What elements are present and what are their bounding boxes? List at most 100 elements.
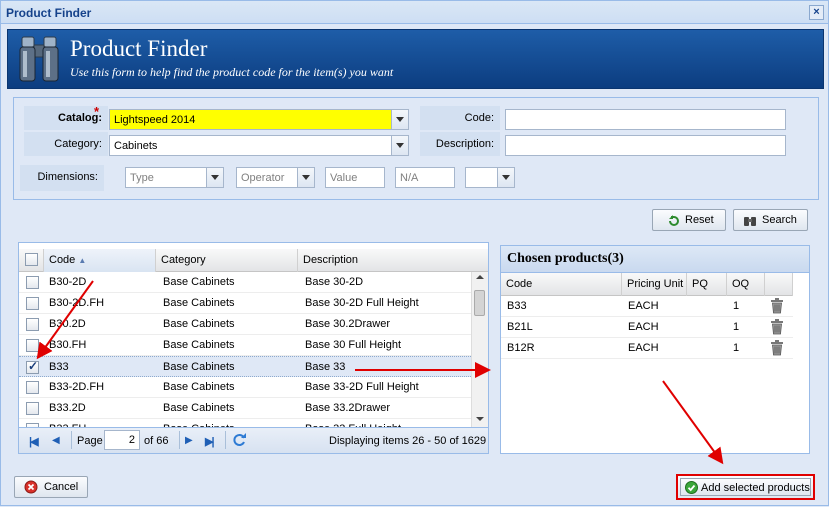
chosen-row[interactable]: B33 EACH 1	[501, 296, 793, 317]
chosen-grid-header: Code Pricing Unit PQ OQ	[501, 273, 793, 296]
chosen-products-title: Chosen products(3)	[501, 246, 809, 273]
chosen-column-oq[interactable]: OQ	[727, 273, 765, 296]
chosen-row[interactable]: B21L EACH 1	[501, 317, 793, 338]
pager-separator	[71, 431, 72, 449]
dimensions-label: Dimensions:	[20, 165, 104, 191]
reset-label: Reset	[685, 214, 714, 226]
trash-icon[interactable]	[770, 319, 784, 335]
dimension-operator-trigger[interactable]	[298, 167, 315, 188]
chosen-column-pricing-unit[interactable]: Pricing Unit	[622, 273, 687, 296]
trash-icon[interactable]	[770, 298, 784, 314]
catalog-select[interactable]: Lightspeed 2014	[109, 109, 392, 130]
dimension-unit-trigger[interactable]	[498, 167, 515, 188]
checkmark-icon	[685, 481, 698, 494]
scroll-up-icon[interactable]	[476, 275, 484, 279]
scroll-down-icon[interactable]	[476, 417, 484, 421]
reset-button[interactable]: Reset	[652, 209, 726, 231]
column-header-description[interactable]: Description	[298, 249, 471, 272]
add-selected-products-label: Add selected products	[701, 482, 810, 494]
row-code: B30-2D.FH	[49, 297, 105, 309]
chosen-column-pq[interactable]: PQ	[687, 273, 727, 296]
table-row[interactable]: B33.FHBase CabinetsBase 33 Full Height	[19, 419, 471, 427]
chosen-row-oq[interactable]: 1	[733, 342, 739, 354]
banner-title: Product Finder	[70, 36, 208, 61]
chosen-row-oq[interactable]: 1	[733, 300, 739, 312]
close-button[interactable]: ×	[809, 5, 824, 20]
chosen-row-code: B33	[507, 300, 527, 312]
cancel-icon	[24, 480, 38, 494]
table-row[interactable]: B30.2D Base Cabinets Base 30.2Drawer	[19, 314, 471, 335]
row-checkbox[interactable]	[26, 276, 39, 289]
first-page-icon[interactable]: |◀	[29, 435, 38, 448]
row-code: B30.FH	[49, 339, 87, 351]
grid-header: Code ▲ Category Description	[19, 249, 488, 272]
table-row[interactable]: B30.FH Base Cabinets Base 30 Full Height	[19, 335, 471, 356]
select-all-checkbox[interactable]	[25, 253, 38, 266]
column-code-label: Code	[49, 254, 76, 266]
trash-icon[interactable]	[770, 340, 784, 356]
search-form: Catalog: * Lightspeed 2014 Category: Cab…	[13, 97, 819, 200]
row-code: B30.2D	[49, 318, 86, 330]
row-description: Base 30 Full Height	[305, 339, 401, 351]
row-code: B30-2D	[49, 276, 87, 288]
row-checkbox[interactable]	[26, 381, 39, 394]
category-select[interactable]: Cabinets	[109, 135, 392, 156]
table-row[interactable]: B30-2D.FH Base Cabinets Base 30-2D Full He…	[19, 293, 471, 314]
description-input[interactable]	[505, 135, 786, 156]
pager-separator	[179, 431, 180, 449]
column-header-code[interactable]: Code ▲	[44, 249, 156, 272]
chosen-column-code[interactable]: Code	[501, 273, 622, 296]
next-page-icon[interactable]: ▶	[185, 435, 193, 446]
dimension-type-select[interactable]: Type	[125, 167, 207, 188]
row-checkbox[interactable]	[26, 402, 39, 415]
table-row[interactable]: B33.2D Base Cabinets Base 33.2Drawer	[19, 398, 471, 419]
chosen-row-oq[interactable]: 1	[733, 321, 739, 333]
window-titlebar[interactable]: Product Finder ×	[1, 1, 828, 24]
row-code: B33-2D.FH	[49, 381, 105, 393]
page-label: Page	[77, 435, 103, 447]
row-category: Base Cabinets	[163, 339, 235, 351]
page-number-input[interactable]: 2	[104, 430, 140, 450]
category-label: Category:	[24, 132, 108, 156]
table-row[interactable]: B30-2D Base Cabinets Base 30-2D	[19, 272, 471, 293]
search-button[interactable]: Search	[733, 209, 808, 231]
banner-subtitle: Use this form to help find the product c…	[70, 65, 394, 79]
chosen-row-unit: EACH	[628, 300, 659, 312]
paging-toolbar: |◀ ◀ Page 2 of 66 ▶ ▶| Displaying items …	[19, 427, 488, 453]
cancel-button[interactable]: Cancel	[14, 476, 88, 498]
dimension-type-trigger[interactable]	[207, 167, 224, 188]
dimension-value-input[interactable]: Value	[325, 167, 385, 188]
last-page-icon[interactable]: ▶|	[205, 435, 214, 448]
category-dropdown-trigger[interactable]	[392, 135, 409, 156]
table-row[interactable]: B33-2D.FH Base Cabinets Base 33-2D Full He…	[19, 377, 471, 398]
row-checkbox[interactable]	[26, 318, 39, 331]
row-checkbox[interactable]	[26, 359, 39, 374]
row-checkbox[interactable]	[26, 297, 39, 310]
table-row[interactable]: B33 Base Cabinets Base 33	[19, 356, 471, 377]
refresh-icon[interactable]	[233, 433, 247, 447]
grid-scrollbar[interactable]	[471, 272, 488, 427]
dimension-unit-select[interactable]	[465, 167, 498, 188]
display-info: Displaying items 26 - 50 of 1629	[329, 435, 487, 447]
code-input[interactable]	[505, 109, 786, 130]
row-category: Base Cabinets	[163, 381, 235, 393]
catalog-dropdown-trigger[interactable]	[392, 109, 409, 130]
prev-page-icon[interactable]: ◀	[52, 435, 60, 446]
dimension-operator-select[interactable]: Operator	[236, 167, 298, 188]
select-all-cell[interactable]	[19, 249, 44, 272]
row-code: B33	[49, 361, 69, 373]
page-count-label: of 66	[144, 435, 169, 447]
chosen-row[interactable]: B12R EACH 1	[501, 338, 793, 359]
row-category: Base Cabinets	[163, 276, 235, 288]
pager-separator	[225, 431, 226, 449]
binoculars-small-icon	[744, 217, 756, 226]
row-checkbox[interactable]	[26, 339, 39, 352]
add-selected-products-button[interactable]: Add selected products	[676, 474, 815, 500]
dimension-na-input[interactable]: N/A	[395, 167, 455, 188]
scroll-thumb[interactable]	[474, 290, 485, 316]
column-header-category[interactable]: Category	[156, 249, 298, 272]
grid-body: B30-2D Base Cabinets Base 30-2D B30-2D.FH Ba…	[19, 272, 471, 427]
add-selected-products-inner[interactable]: Add selected products	[680, 478, 811, 496]
row-code: B33.2D	[49, 402, 86, 414]
code-label: Code:	[420, 106, 500, 130]
